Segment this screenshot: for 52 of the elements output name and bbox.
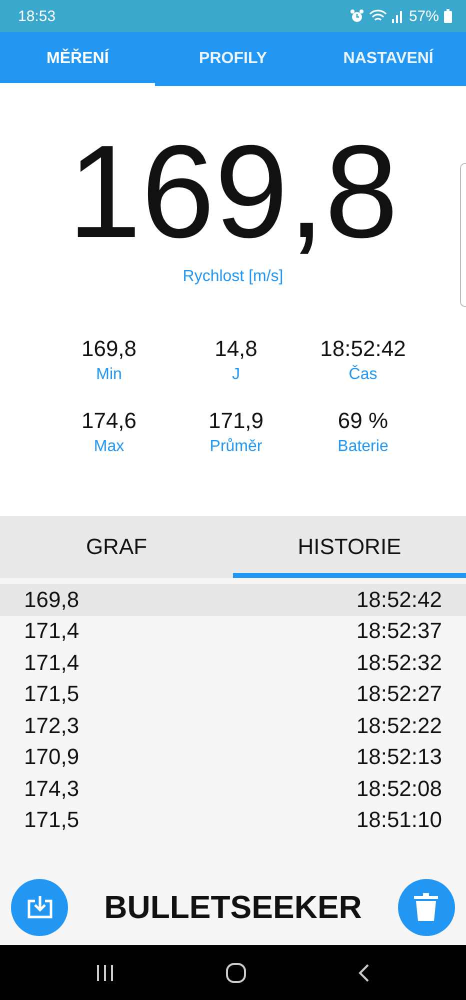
- tab[interactable]: GRAF: [0, 516, 233, 578]
- edge-panel-handle[interactable]: [460, 163, 466, 307]
- history-row[interactable]: 171,5 18:52:27: [0, 678, 466, 710]
- stat-label: Průměr: [210, 438, 262, 456]
- speed-cell: 171,4: [24, 618, 80, 644]
- stat-value: 174,6: [81, 408, 137, 434]
- app-title: BULLETSEEKER: [104, 888, 362, 926]
- time-cell: 18:52:08: [356, 776, 442, 802]
- stat-label: Čas: [348, 366, 378, 384]
- time-cell: 18:52:22: [356, 712, 442, 739]
- stat-value: 69 %: [338, 408, 388, 434]
- history-row[interactable]: 171,4 18:52:32: [0, 647, 466, 678]
- stat-label: Min: [96, 366, 122, 384]
- stat-value: 14,8: [214, 336, 258, 362]
- speed-cell: 171,4: [24, 650, 80, 676]
- time-cell: 18:52:27: [356, 681, 442, 708]
- stat-value: 171,9: [208, 408, 264, 434]
- history-row[interactable]: 171,5 18:51:10: [0, 804, 466, 836]
- history-row[interactable]: 170,9 18:52:13: [0, 742, 466, 773]
- stat-label: Baterie: [338, 438, 388, 456]
- speed-value: 169,8: [68, 124, 398, 260]
- time-cell: 18:52:32: [356, 650, 442, 676]
- status-time: 18:53: [18, 8, 56, 24]
- history-row[interactable]: 174,3 18:52:08: [0, 773, 466, 804]
- battery-icon: [444, 9, 452, 23]
- stat-value: 169,8: [81, 336, 137, 362]
- history-row[interactable]: 172,3 18:52:22: [0, 710, 466, 742]
- time-cell: 18:52:42: [356, 586, 442, 613]
- time-cell: 18:52:37: [356, 618, 442, 644]
- time-cell: 18:51:10: [356, 807, 442, 834]
- battery-percent: 57%: [408, 8, 439, 24]
- wifi-icon: [368, 9, 387, 23]
- stat-label: J: [232, 366, 240, 384]
- recent-apps-icon[interactable]: [96, 964, 114, 980]
- signal-icon: [392, 9, 404, 23]
- speed-cell: 174,3: [24, 776, 80, 802]
- speed-label: Rychlost [m/s]: [182, 268, 284, 286]
- alarm-icon: [350, 9, 364, 23]
- speed-cell: 172,3: [24, 712, 80, 739]
- history-row[interactable]: 169,8 18:52:42: [0, 584, 466, 616]
- back-icon[interactable]: [358, 964, 370, 982]
- stat-label: Max: [94, 438, 124, 456]
- time-cell: 18:52:13: [356, 744, 442, 770]
- history-row[interactable]: 171,4 18:52:37: [0, 616, 466, 647]
- home-icon[interactable]: [226, 962, 246, 982]
- speed-cell: 170,9: [24, 744, 80, 770]
- stat-value: 18:52:42: [320, 336, 406, 362]
- trash-icon: [414, 893, 438, 921]
- speed-cell: 169,8: [24, 586, 80, 613]
- speed-cell: 171,5: [24, 807, 80, 834]
- speed-cell: 171,5: [24, 681, 80, 708]
- download-icon: [26, 894, 54, 920]
